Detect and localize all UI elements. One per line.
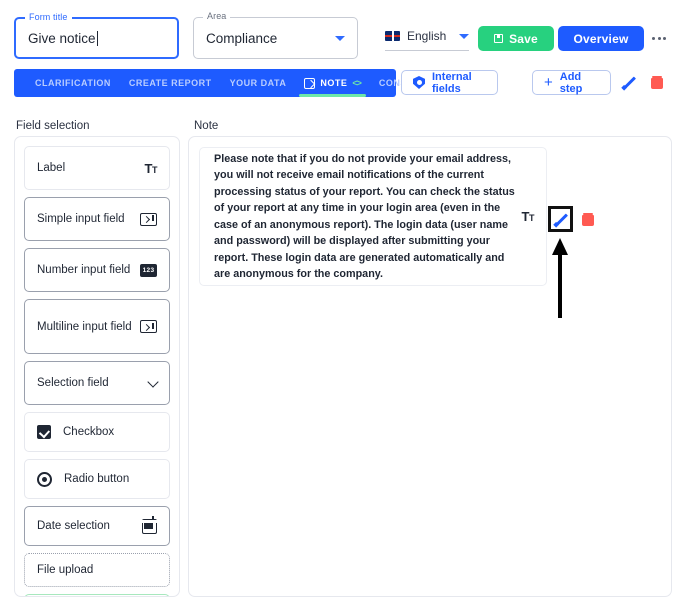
field-item-label-text: Radio button [64,473,130,485]
field-item-label-text: Simple input field [37,213,125,225]
radio-button-icon [37,471,52,487]
internal-fields-button[interactable]: Internal fields [401,70,498,95]
note-section-title: Note [194,120,219,132]
tab-label: NOTE [320,78,348,88]
chevron-down-icon [335,35,345,41]
area-legend: Area [203,11,231,21]
field-item-label-text: Selection field [37,377,109,389]
tab-clarification[interactable]: CLARIFICATION [26,69,120,97]
dot-icon [663,36,666,40]
note-editor-panel: Please note that if you do not provide y… [188,136,672,597]
field-item-label-text: Checkbox [63,426,115,438]
checkbox-icon [37,425,51,439]
text-format-icon: TT [521,209,535,224]
form-title-field[interactable]: Form title Give notice [14,12,179,59]
dot-icon [652,36,655,40]
shield-icon [413,76,425,89]
tab-label: YOUR DATA [229,78,287,88]
language-value: English [407,29,447,43]
top-toolbar: Form title Give notice Area Compliance E… [0,0,688,62]
uk-flag-icon [385,31,400,41]
plus-icon: + [544,74,553,91]
area-select[interactable]: Area Compliance [193,11,358,59]
input-field-icon [140,212,157,226]
add-step-button[interactable]: + Add step [532,70,611,95]
text-cursor [96,30,98,46]
chevron-down-icon [459,33,469,39]
field-item-label-text: Label [37,162,66,174]
field-item-date-selection[interactable]: Date selection [24,506,170,546]
save-button-label: Save [509,31,538,46]
field-selection-title: Field selection [16,120,90,132]
field-item-label-text: Date selection [37,520,110,532]
dot-icon [657,36,661,40]
active-tab-indicator [299,94,366,97]
number-input-icon: 123 [140,263,157,277]
field-selection-panel: Label TT Simple input field Number input… [14,136,180,597]
pencil-icon [552,212,568,227]
area-value: Compliance [206,30,278,46]
edit-note-button[interactable] [548,206,573,232]
field-item-selection-field[interactable]: Selection field [24,361,170,405]
language-select[interactable]: English [385,25,469,51]
overview-button-label: Overview [573,31,629,46]
field-item-simple-input[interactable]: Simple input field [24,197,170,241]
field-item-label[interactable]: Label TT [24,146,170,190]
add-step-label: Add step [559,70,583,95]
tab-label: CLARIFICATION [35,78,111,88]
form-title-value: Give notice [28,30,96,46]
calendar-icon [141,515,158,534]
step-tabs: CLARIFICATION CREATE REPORT YOUR DATA NO… [14,69,426,97]
internal-fields-label: Internal fields [432,70,472,95]
note-body-text: Please note that if you do not provide y… [214,152,515,281]
field-item-multiline-input[interactable]: Multiline input field [24,299,170,354]
field-item-not-translated[interactable]: Not translated TT [24,594,170,596]
save-disk-icon [494,34,504,43]
text-format-icon: TT [144,160,158,176]
tab-create-report[interactable]: CREATE REPORT [120,69,221,97]
field-item-number-input[interactable]: Number input field 123 [24,248,170,292]
code-brackets-icon: <> [352,78,361,88]
external-link-icon [304,77,316,89]
tab-note[interactable]: NOTE <> [295,69,370,97]
more-options-button[interactable] [648,28,670,48]
field-item-file-upload[interactable]: File upload [24,553,170,587]
chevron-down-icon [147,375,159,388]
field-item-label-text: Multiline input field [37,320,132,333]
field-item-radio-button[interactable]: Radio button [24,459,170,499]
input-field-icon [140,320,157,333]
save-button[interactable]: Save [478,26,554,51]
form-title-legend: Form title [25,12,72,22]
overview-button[interactable]: Overview [558,26,644,51]
tab-your-data[interactable]: YOUR DATA [221,69,296,97]
field-item-label-text: Number input field [37,264,131,276]
field-item-checkbox[interactable]: Checkbox [24,412,170,452]
note-content-card[interactable]: Please note that if you do not provide y… [199,147,547,286]
tab-label: CREATE REPORT [128,78,212,88]
annotation-arrow-icon [552,238,568,318]
field-item-label-text: File upload [37,564,94,576]
